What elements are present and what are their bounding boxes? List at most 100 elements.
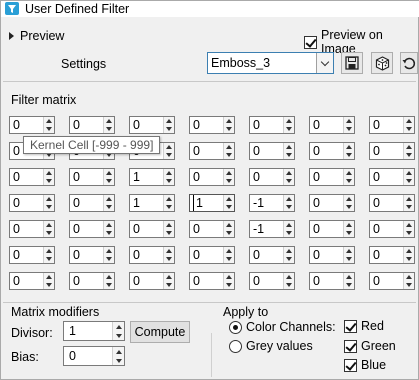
spin-up-icon[interactable] <box>166 145 172 149</box>
kernel-cell-value[interactable]: 0 <box>250 273 283 289</box>
spin-down-icon[interactable] <box>166 231 172 235</box>
kernel-cell-value[interactable]: -1 <box>250 195 283 211</box>
kernel-cell-spin-buttons[interactable] <box>283 221 294 237</box>
kernel-cell[interactable]: 0 <box>369 220 415 238</box>
kernel-cell-spin-buttons[interactable] <box>343 195 354 211</box>
kernel-cell[interactable]: 1 <box>129 168 175 186</box>
spin-up-icon[interactable] <box>346 119 352 123</box>
kernel-cell-value[interactable]: 0 <box>310 169 343 185</box>
preset-dropdown[interactable]: Emboss_3 <box>207 52 334 74</box>
spin-up-icon[interactable] <box>286 275 292 279</box>
spin-down-icon[interactable] <box>406 127 412 131</box>
kernel-cell-value[interactable]: 0 <box>370 247 403 263</box>
kernel-cell-value[interactable]: 0 <box>190 117 223 133</box>
kernel-cell-value[interactable]: 0 <box>250 247 283 263</box>
spin-down-icon[interactable] <box>115 333 122 338</box>
kernel-cell-spin-buttons[interactable] <box>103 195 114 211</box>
kernel-cell-value[interactable]: 0 <box>10 117 43 133</box>
kernel-cell-value[interactable]: 0 <box>190 247 223 263</box>
kernel-cell[interactable]: 0 <box>189 142 235 160</box>
spin-down-icon[interactable] <box>406 153 412 157</box>
spin-up-icon[interactable] <box>106 197 112 201</box>
kernel-cell[interactable]: 0 <box>249 168 295 186</box>
spin-down-icon[interactable] <box>346 179 352 183</box>
bias-spin-buttons[interactable] <box>112 347 124 365</box>
kernel-cell-value[interactable]: 0 <box>310 117 343 133</box>
spin-up-icon[interactable] <box>226 197 232 201</box>
kernel-cell-value[interactable]: 0 <box>370 221 403 237</box>
kernel-cell[interactable]: 0 <box>9 220 55 238</box>
kernel-cell-value[interactable]: 0 <box>310 143 343 159</box>
spin-down-icon[interactable] <box>406 257 412 261</box>
color-channels-radio[interactable] <box>229 320 242 334</box>
compute-button[interactable]: Compute <box>130 321 190 343</box>
kernel-cell-spin-buttons[interactable] <box>163 247 174 263</box>
kernel-cell-spin-buttons[interactable] <box>103 273 114 289</box>
spin-down-icon[interactable] <box>286 257 292 261</box>
kernel-cell[interactable]: 0 <box>249 142 295 160</box>
spin-down-icon[interactable] <box>166 283 172 287</box>
kernel-cell-value[interactable]: 0 <box>10 221 43 237</box>
kernel-cell[interactable]: 0 <box>369 168 415 186</box>
kernel-cell-spin-buttons[interactable] <box>103 169 114 185</box>
spin-up-icon[interactable] <box>46 171 52 175</box>
kernel-cell-value[interactable]: 0 <box>370 117 403 133</box>
bias-stepper[interactable]: 0 <box>63 346 125 366</box>
kernel-cell[interactable]: 0 <box>189 168 235 186</box>
kernel-cell[interactable]: 0 <box>9 168 55 186</box>
spin-up-icon[interactable] <box>166 197 172 201</box>
kernel-cell-value[interactable]: 0 <box>190 169 223 185</box>
kernel-cell-value[interactable]: 0 <box>10 247 43 263</box>
kernel-cell-spin-buttons[interactable] <box>283 273 294 289</box>
spin-up-icon[interactable] <box>106 275 112 279</box>
kernel-cell-spin-buttons[interactable] <box>223 169 234 185</box>
kernel-cell-spin-buttons[interactable] <box>163 117 174 133</box>
kernel-cell[interactable]: 0 <box>249 272 295 290</box>
kernel-cell-value[interactable]: 0 <box>70 117 103 133</box>
kernel-cell-value[interactable]: 1 <box>193 195 223 211</box>
spin-down-icon[interactable] <box>166 153 172 157</box>
kernel-cell-spin-buttons[interactable] <box>403 273 414 289</box>
spin-down-icon[interactable] <box>166 127 172 131</box>
spin-up-icon[interactable] <box>346 171 352 175</box>
kernel-cell[interactable]: 0 <box>129 116 175 134</box>
spin-up-icon[interactable] <box>226 223 232 227</box>
spin-down-icon[interactable] <box>106 127 112 131</box>
kernel-cell[interactable]: 0 <box>189 220 235 238</box>
kernel-cell-spin-buttons[interactable] <box>43 117 54 133</box>
kernel-cell-spin-buttons[interactable] <box>163 273 174 289</box>
spin-up-icon[interactable] <box>406 275 412 279</box>
kernel-cell-value[interactable]: 0 <box>190 221 223 237</box>
preview-on-image-checkbox[interactable] <box>304 35 317 49</box>
spin-up-icon[interactable] <box>226 171 232 175</box>
grey-values-option[interactable]: Grey values <box>229 339 313 353</box>
spin-up-icon[interactable] <box>226 249 232 253</box>
kernel-cell-value[interactable]: 1 <box>130 195 163 211</box>
spin-down-icon[interactable] <box>226 231 232 235</box>
kernel-cell-value[interactable]: 0 <box>130 221 163 237</box>
spin-down-icon[interactable] <box>226 205 232 209</box>
spin-up-icon[interactable] <box>226 119 232 123</box>
kernel-cell[interactable]: 0 <box>309 168 355 186</box>
spin-up-icon[interactable] <box>286 171 292 175</box>
kernel-cell-spin-buttons[interactable] <box>283 247 294 263</box>
kernel-cell-value[interactable]: 0 <box>70 169 103 185</box>
kernel-cell-spin-buttons[interactable] <box>283 169 294 185</box>
spin-up-icon[interactable] <box>46 197 52 201</box>
kernel-cell-spin-buttons[interactable] <box>163 221 174 237</box>
spin-down-icon[interactable] <box>226 257 232 261</box>
spin-up-icon[interactable] <box>226 145 232 149</box>
spin-up-icon[interactable] <box>406 145 412 149</box>
red-channel-option[interactable]: Red <box>344 319 384 333</box>
spin-down-icon[interactable] <box>406 283 412 287</box>
preset-dropdown-button[interactable] <box>316 53 333 73</box>
green-channel-option[interactable]: Green <box>344 339 396 353</box>
spin-down-icon[interactable] <box>286 179 292 183</box>
kernel-cell-spin-buttons[interactable] <box>43 273 54 289</box>
spin-down-icon[interactable] <box>406 205 412 209</box>
kernel-cell-spin-buttons[interactable] <box>343 221 354 237</box>
spin-up-icon[interactable] <box>166 223 172 227</box>
kernel-cell[interactable]: 0 <box>309 142 355 160</box>
kernel-cell[interactable]: 0 <box>189 272 235 290</box>
kernel-cell[interactable]: 1 <box>189 194 235 212</box>
